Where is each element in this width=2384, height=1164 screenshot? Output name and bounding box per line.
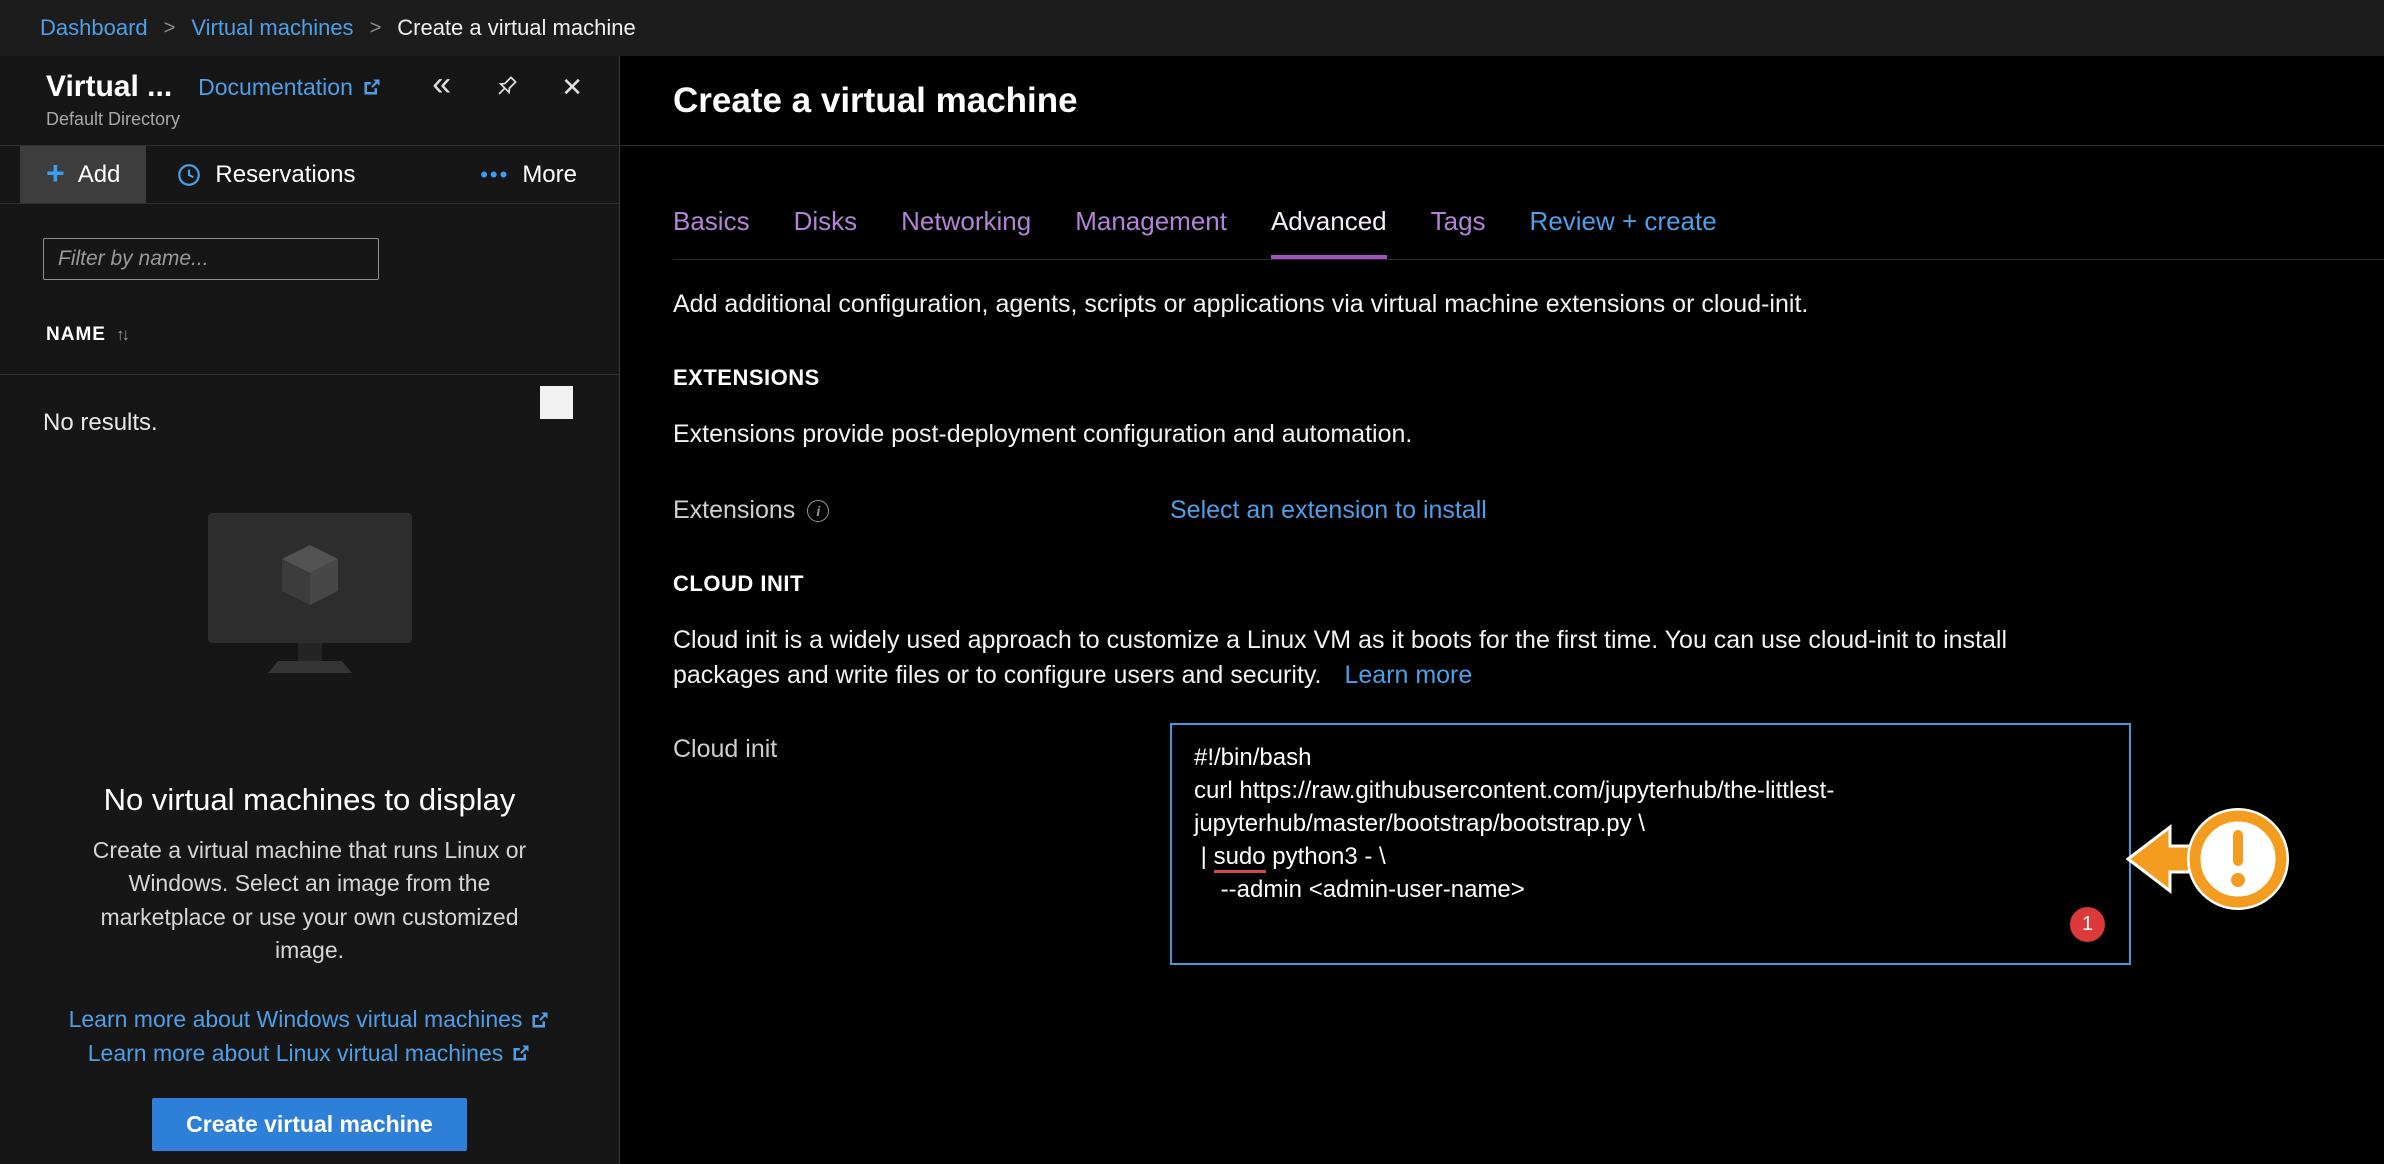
pin-icon[interactable]: [493, 74, 519, 100]
extensions-form-row: Extensions i Select an extension to inst…: [673, 496, 2384, 525]
script-line: | sudo python3 - \: [1194, 840, 2107, 873]
tab-strip: Basics Disks Networking Management Advan…: [673, 206, 2384, 260]
directory-label: Default Directory: [46, 109, 583, 130]
cloud-init-field-label: Cloud init: [673, 735, 777, 764]
virtual-machines-blade: Virtual ... Documentation «: [0, 56, 620, 1164]
extensions-section-description: Extensions provide post-deployment confi…: [673, 417, 2073, 452]
learn-linux-vm-label: Learn more about Linux virtual machines: [88, 1037, 504, 1070]
reservations-button[interactable]: Reservations: [146, 146, 385, 203]
empty-state: No virtual machines to display Create a …: [0, 437, 619, 1151]
cloud-init-section-description: Cloud init is a widely used approach to …: [673, 623, 2073, 693]
sidebar-title: Virtual ...: [46, 70, 172, 104]
learn-windows-vm-label: Learn more about Windows virtual machine…: [69, 1003, 523, 1036]
page-title: Create a virtual machine: [673, 81, 1078, 121]
sidebar-header: Virtual ... Documentation «: [0, 56, 619, 146]
sidebar-body: NAME ↑↓ No results. No virtual machines …: [0, 204, 619, 1164]
extensions-field-label: Extensions: [673, 496, 795, 525]
name-column-label: NAME: [46, 324, 106, 346]
advanced-tab-intro: Add additional configuration, agents, sc…: [673, 290, 2384, 319]
add-button-label: Add: [78, 161, 121, 189]
clock-icon: [176, 162, 202, 188]
script-line: #!/bin/bash: [1194, 741, 2107, 774]
select-extension-link[interactable]: Select an extension to install: [1170, 496, 1487, 525]
window: Virtual ... Documentation «: [0, 56, 2384, 1164]
info-icon[interactable]: i: [807, 500, 829, 522]
plus-icon: +: [46, 157, 65, 189]
learn-windows-vm-link[interactable]: Learn more about Windows virtual machine…: [69, 1003, 551, 1036]
tab-review-create[interactable]: Review + create: [1530, 206, 1717, 259]
main-panel: Create a virtual machine Basics Disks Ne…: [620, 56, 2384, 1164]
external-link-icon: [530, 1010, 550, 1030]
annotation-step-badge: 1: [2070, 907, 2105, 942]
learn-linux-vm-link[interactable]: Learn more about Linux virtual machines: [88, 1037, 532, 1070]
vm-monitor-illustration: [205, 513, 415, 681]
cloud-init-textarea[interactable]: #!/bin/bash curl https://raw.githubuserc…: [1170, 723, 2131, 965]
breadcrumb: Dashboard > Virtual machines > Create a …: [0, 0, 2384, 56]
list-divider: [0, 374, 619, 375]
script-line: curl https://raw.githubusercontent.com/j…: [1194, 774, 2107, 807]
create-virtual-machine-button[interactable]: Create virtual machine: [152, 1098, 467, 1151]
add-button[interactable]: + Add: [20, 146, 146, 203]
tab-tags[interactable]: Tags: [1431, 206, 1486, 259]
tab-disks[interactable]: Disks: [794, 206, 858, 259]
extensions-section-header: EXTENSIONS: [673, 365, 2384, 391]
learn-more-link[interactable]: Learn more: [1344, 661, 1472, 689]
cloud-init-description-text: Cloud init is a widely used approach to …: [673, 626, 2007, 689]
script-line: --admin <admin-user-name>: [1194, 873, 2107, 906]
misspelled-word: sudo: [1214, 843, 1266, 873]
tab-networking[interactable]: Networking: [901, 206, 1031, 259]
tab-basics[interactable]: Basics: [673, 206, 750, 259]
documentation-link-label: Documentation: [198, 74, 353, 101]
breadcrumb-current-page: Create a virtual machine: [397, 15, 635, 41]
main-body: Basics Disks Networking Management Advan…: [620, 206, 2384, 965]
close-blade-icon[interactable]: ✕: [561, 72, 583, 103]
tab-management[interactable]: Management: [1075, 206, 1227, 259]
breadcrumb-separator-icon: >: [370, 17, 382, 40]
tab-advanced[interactable]: Advanced: [1271, 206, 1387, 259]
empty-state-title: No virtual machines to display: [0, 782, 619, 818]
cloud-init-section-header: CLOUD INIT: [673, 571, 2384, 597]
scrollbar-thumb[interactable]: [540, 386, 573, 419]
sort-icon[interactable]: ↑↓: [116, 325, 127, 345]
no-results-text: No results.: [43, 409, 619, 437]
external-link-icon: [362, 77, 382, 97]
more-button-label: More: [522, 161, 577, 189]
main-header: Create a virtual machine: [620, 56, 2384, 146]
filter-by-name-input[interactable]: [43, 238, 379, 280]
name-column-header[interactable]: NAME ↑↓: [46, 324, 619, 346]
breadcrumb-link-dashboard[interactable]: Dashboard: [40, 15, 148, 41]
script-line: jupyterhub/master/bootstrap/bootstrap.py…: [1194, 807, 2107, 840]
sidebar-toolbar: + Add Reservations ••• More: [0, 146, 619, 204]
collapse-blade-icon[interactable]: «: [432, 67, 451, 101]
more-button[interactable]: ••• More: [480, 146, 577, 203]
breadcrumb-separator-icon: >: [164, 17, 176, 40]
attention-pointer-annotation: [2126, 794, 2296, 924]
empty-state-description: Create a virtual machine that runs Linux…: [70, 834, 550, 967]
documentation-link[interactable]: Documentation: [198, 74, 382, 101]
reservations-button-label: Reservations: [215, 161, 355, 189]
external-link-icon: [511, 1043, 531, 1063]
ellipsis-icon: •••: [480, 162, 509, 188]
breadcrumb-link-virtual-machines[interactable]: Virtual machines: [191, 15, 353, 41]
